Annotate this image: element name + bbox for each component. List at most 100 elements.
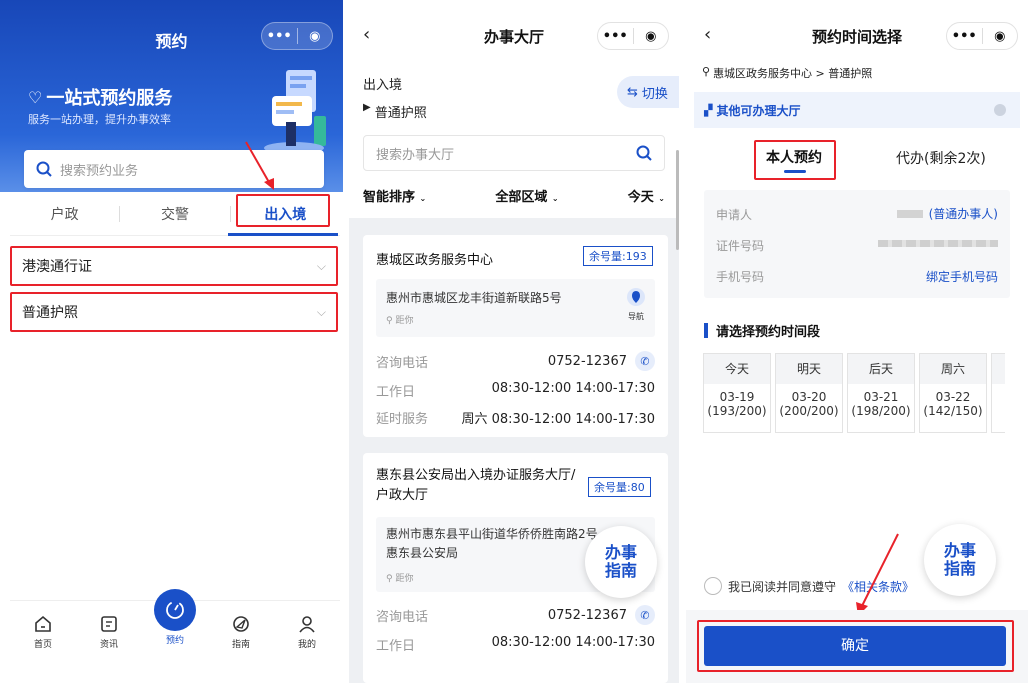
nav-news[interactable]: 资讯 [76, 601, 142, 660]
nav-appointment[interactable]: 预约 [142, 589, 208, 660]
redacted-name [896, 209, 923, 218]
crumb-main: 出入境 [363, 78, 403, 93]
phone-label: 手机号码 [716, 270, 765, 284]
day-option-3[interactable]: 周六 03-22 (142/150) [919, 353, 987, 433]
applicant-value-row: (普通办事人) [896, 205, 998, 222]
guide-float-button[interactable]: 办事指南 [924, 524, 996, 596]
day-option-0[interactable]: 今天 03-19 (193/200) [703, 353, 771, 433]
mini-program-capsule[interactable]: ••• ◉ [597, 22, 669, 50]
applicant-label: 申请人 [716, 208, 753, 222]
section-title: 请选择预约时间段 [716, 325, 821, 340]
scrollbar[interactable] [676, 150, 679, 250]
guide-icon [233, 616, 249, 632]
day-option-partial[interactable] [991, 353, 1005, 433]
more-icon[interactable]: ••• [947, 29, 982, 44]
day-option-2[interactable]: 后天 03-21 (198/200) [847, 353, 915, 433]
switch-button[interactable]: ⇆ 切换 [617, 76, 679, 108]
distance-row: ⚲ 距你 [386, 574, 414, 584]
switch-label: 切换 [641, 86, 668, 102]
filter-sort[interactable]: 智能排序 ⌄ [363, 186, 426, 205]
crumb: 惠城区政务服务中心 > 普通护照 [713, 67, 873, 80]
banner-subtitle: 服务一站办理，提升办事效率 [28, 113, 171, 126]
search-placeholder: 搜索预约业务 [60, 163, 139, 179]
workday-row: 工作日 08:30-12:00 14:00-17:30 [376, 381, 655, 400]
time-select-screen: ‹ 预约时间选择 ••• ◉ ⚲ 惠城区政务服务中心 > 普通护照 ▞ 其他可办理大厅… [686, 0, 1028, 683]
home-icon [35, 615, 51, 632]
heart-hand-icon: ♡ [28, 87, 43, 107]
tab-huzheng[interactable]: 户政 [10, 204, 119, 224]
search-icon [636, 145, 652, 161]
tab-proxy[interactable]: 代办(剩余2次) [896, 148, 986, 168]
highlight-tab-churujing [236, 194, 330, 227]
nav-profile[interactable]: 我的 [274, 601, 340, 660]
bottom-nav: 首页 资讯 预约 指南 我的 [10, 589, 340, 660]
workday-row: 工作日 08:30-12:00 14:00-17:30 [376, 635, 655, 654]
phone-row: 咨询电话 0752-12367 ✆ [376, 351, 655, 371]
day-option-1[interactable]: 明天 03-20 (200/200) [775, 353, 843, 433]
hall-search-box[interactable]: 搜索办事大厅 [363, 135, 665, 171]
close-icon[interactable]: ◉ [634, 29, 669, 44]
quota-badge: 余号量:193 [583, 246, 653, 266]
applicant-card: 申请人 (普通办事人) 证件号码 手机号码 绑定手机号码 [704, 190, 1010, 298]
nav-label: 首页 [33, 640, 52, 650]
location-pin-icon: ⚲ [386, 316, 393, 326]
mini-program-capsule[interactable]: ••• ◉ [261, 22, 333, 50]
other-halls-label: 其他可办理大厅 [716, 103, 801, 118]
halls-icon: ▞ [704, 103, 713, 117]
mini-program-capsule[interactable]: ••• ◉ [946, 22, 1018, 50]
address-text: 惠州市惠东县平山街道华侨侨胜南路2号惠东县公安局 [386, 527, 598, 560]
nav-button[interactable]: 导航 [626, 287, 646, 322]
crumb-sub-row: ▶ 普通护照 [363, 102, 427, 121]
filter-region[interactable]: 全部区域 ⌄ [495, 186, 558, 205]
phone-number: 0752-12367 [547, 607, 627, 623]
phone-icon[interactable]: ✆ [635, 605, 655, 625]
crumb-sub: 普通护照 [374, 106, 427, 121]
appointment-home-screen: 预约 ••• ◉ ♡ 一站式预约服务 服务一站办理，提升办事效率 搜索预约业务 户… [0, 0, 343, 683]
guide-label: 办事指南 [604, 543, 637, 580]
annotation-arrow [245, 141, 274, 190]
extended-row: 延时服务 周六 08:30-12:00 14:00-17:30 [376, 412, 655, 427]
highlight-gangao [10, 246, 338, 286]
tab-jiaojing[interactable]: 交警 [120, 204, 229, 224]
applicant-value: (普通办事人) [928, 207, 998, 221]
phone-row: 咨询电话 0752-12367 ✆ [376, 605, 655, 625]
close-icon[interactable]: ◉ [298, 29, 333, 44]
nav-guide[interactable]: 指南 [208, 601, 274, 660]
nav-label: 资讯 [99, 640, 118, 650]
active-tab-underline [228, 233, 338, 236]
location-pin-icon: ⚲ [702, 65, 711, 78]
nav-label: 我的 [297, 640, 316, 650]
agree-text: 我已阅读并同意遵守 [728, 579, 837, 594]
location-pin-icon: ⚲ [386, 574, 393, 584]
distance-row: ⚲ 距你 [386, 316, 414, 326]
other-halls-bar[interactable]: ▞ 其他可办理大厅 [694, 92, 1020, 128]
agree-checkbox[interactable] [704, 577, 722, 595]
close-icon[interactable]: ◉ [983, 29, 1018, 44]
annotation-arrow [856, 533, 899, 616]
section-marker [704, 323, 708, 338]
filter-date[interactable]: 今天 ⌄ [628, 186, 665, 205]
hall-list-screen: ‹ 办事大厅 ••• ◉ 出入境 ▶ 普通护照 ⇆ 切换 搜索办事大厅 智能排序 ⌄… [349, 0, 679, 683]
search-icon [36, 161, 52, 177]
guide-float-button[interactable]: 办事指南 [585, 526, 657, 598]
arrow-right-icon [994, 104, 1006, 116]
nav-home[interactable]: 首页 [10, 601, 76, 660]
bind-phone-link[interactable]: 绑定手机号码 [926, 268, 998, 285]
highlight-huzhao [10, 292, 338, 332]
nav-label: 指南 [231, 640, 250, 650]
filter-bar: 智能排序 ⌄ 全部区域 ⌄ 今天 ⌄ [363, 186, 665, 205]
phone-number: 0752-12367 [547, 353, 627, 369]
highlight-confirm [697, 620, 1014, 672]
more-icon[interactable]: ••• [598, 29, 633, 44]
banner-title-row: ♡ 一站式预约服务 [28, 84, 172, 110]
hall-name: 惠东县公安局出入境办证服务大厅/户政大厅 [376, 468, 576, 503]
phone-icon[interactable]: ✆ [635, 351, 655, 371]
guide-label: 办事指南 [943, 541, 976, 578]
switch-icon: ⇆ [627, 84, 638, 100]
quota-badge: 余号量:80 [588, 477, 651, 497]
banner-title: 一站式预约服务 [46, 88, 173, 109]
hall-card[interactable]: 惠城区政务服务中心 余号量:193 惠州市惠城区龙丰街道新联路5号 ⚲ 距你 导… [363, 235, 668, 437]
nav-label: 导航 [628, 312, 644, 321]
more-icon[interactable]: ••• [262, 29, 297, 44]
navigation-icon [627, 288, 645, 306]
